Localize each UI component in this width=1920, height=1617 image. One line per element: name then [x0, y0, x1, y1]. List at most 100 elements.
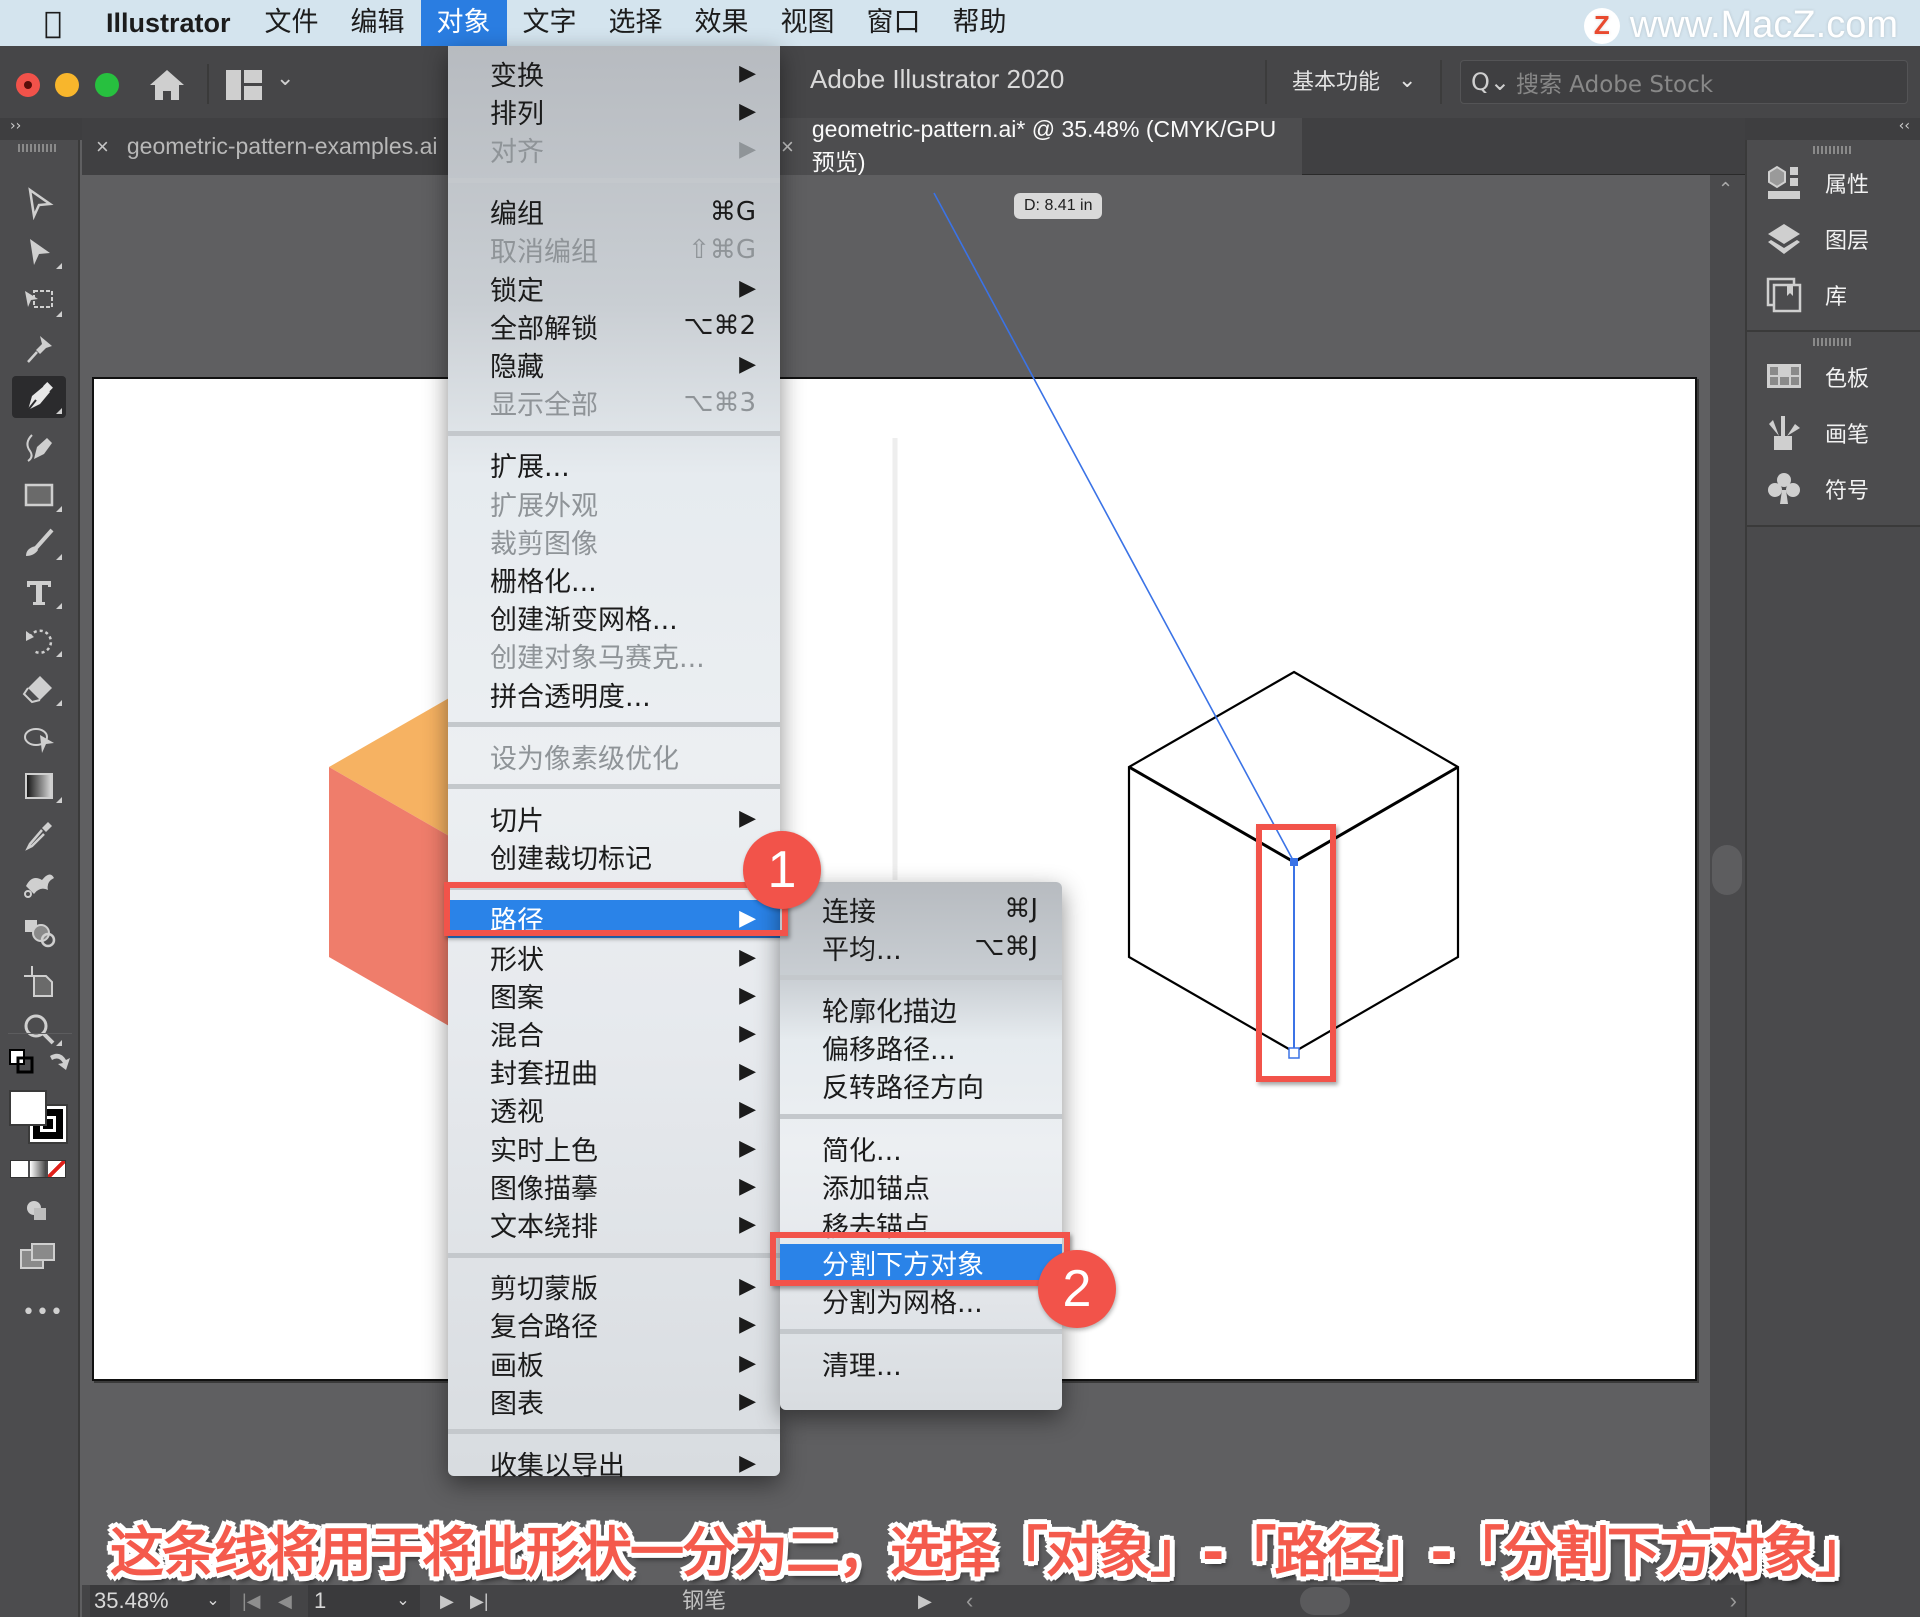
- shape-builder-tool[interactable]: [12, 911, 66, 953]
- home-icon[interactable]: [148, 68, 186, 102]
- eraser-tool[interactable]: [12, 668, 66, 710]
- panel-grip[interactable]: [1813, 146, 1853, 154]
- gradient-button[interactable]: [29, 1161, 47, 1177]
- vertical-scrollbar[interactable]: ⌃ ⌄: [1710, 175, 1745, 1585]
- workspace-switcher[interactable]: 基本功能 ⌄: [1292, 64, 1416, 96]
- panel-properties[interactable]: 属性: [1765, 164, 1869, 202]
- apple-menu-icon[interactable]: : [18, 6, 88, 41]
- close-tab-icon[interactable]: ×: [781, 134, 794, 160]
- first-artboard-button[interactable]: |◀: [242, 1585, 261, 1617]
- panel-swatches[interactable]: 色板: [1765, 358, 1869, 396]
- menu-item[interactable]: 排列 ▶: [448, 92, 780, 130]
- menu-item[interactable]: 图表 ▶: [448, 1382, 780, 1420]
- eyedropper-tool[interactable]: [12, 814, 66, 856]
- panel-layers[interactable]: 图层: [1765, 220, 1869, 258]
- type-tool[interactable]: [12, 571, 66, 613]
- scroll-up-icon[interactable]: ⌃: [1718, 179, 1733, 200]
- next-artboard-button[interactable]: ▶: [440, 1585, 454, 1617]
- blend-tool[interactable]: [12, 862, 66, 904]
- artboard-dropdown-chevron-icon[interactable]: ⌄: [386, 1585, 420, 1617]
- menu-edit[interactable]: 编辑: [335, 0, 421, 46]
- artboard-tool[interactable]: [12, 279, 66, 321]
- scroll-left-icon[interactable]: ‹: [966, 1585, 973, 1617]
- menu-app-name[interactable]: Illustrator: [106, 8, 231, 39]
- status-menu-button[interactable]: ▶: [918, 1585, 932, 1617]
- minimize-window-button[interactable]: [55, 73, 79, 97]
- menu-item[interactable]: 创建裁切标记: [448, 838, 780, 876]
- rotate-tool[interactable]: [12, 619, 66, 661]
- menu-select[interactable]: 选择: [593, 0, 679, 46]
- close-tab-icon[interactable]: ×: [96, 134, 109, 160]
- panel-brushes[interactable]: 画笔: [1765, 414, 1869, 452]
- puppet-warp-tool[interactable]: [12, 328, 66, 370]
- panel-grip[interactable]: [1813, 338, 1853, 346]
- fill-swatch[interactable]: [9, 1090, 47, 1126]
- scroll-thumb[interactable]: [1300, 1587, 1350, 1615]
- menu-item[interactable]: 扩展...: [448, 446, 780, 484]
- zoom-dropdown-chevron-icon[interactable]: ⌄: [196, 1585, 230, 1617]
- menu-item[interactable]: 隐藏 ▶: [448, 345, 780, 383]
- menu-item[interactable]: 收集以导出 ▶: [448, 1444, 780, 1482]
- menu-item[interactable]: 画板 ▶: [448, 1344, 780, 1382]
- zoom-tool[interactable]: [12, 1008, 66, 1050]
- zoom-window-button[interactable]: [95, 73, 119, 97]
- submenu-item[interactable]: 平均... ⌥⌘J: [780, 928, 1062, 966]
- document-tab-active[interactable]: × geometric-pattern.ai* @ 35.48% (CMYK/G…: [777, 116, 1302, 175]
- more-tools-icon[interactable]: •••: [22, 1300, 64, 1325]
- submenu-item[interactable]: 偏移路径...: [780, 1029, 1062, 1067]
- menu-object[interactable]: 对象: [420, 0, 507, 46]
- panel-grip[interactable]: [18, 144, 58, 152]
- direct-selection-tool[interactable]: [12, 231, 66, 273]
- screen-mode-icon[interactable]: [20, 1242, 56, 1270]
- toolbar-collapse-button[interactable]: ››: [0, 118, 82, 140]
- menu-help[interactable]: 帮助: [937, 0, 1023, 46]
- selection-tool[interactable]: [12, 182, 66, 224]
- panel-collapse-button[interactable]: ‹‹: [1745, 118, 1920, 140]
- close-window-button[interactable]: [16, 73, 40, 97]
- arrange-documents-chevron-icon[interactable]: ⌄: [276, 66, 294, 91]
- free-transform-tool[interactable]: [12, 717, 66, 759]
- menu-item[interactable]: 实时上色 ▶: [448, 1129, 780, 1167]
- menu-item[interactable]: 锁定 ▶: [448, 269, 780, 307]
- color-button[interactable]: [11, 1161, 28, 1177]
- menu-item[interactable]: 切片 ▶: [448, 799, 780, 837]
- curvature-tool[interactable]: [12, 425, 66, 467]
- scroll-right-icon[interactable]: ›: [1730, 1585, 1737, 1617]
- default-fill-stroke-icon[interactable]: [8, 1048, 34, 1074]
- panel-libraries[interactable]: 库: [1765, 276, 1847, 314]
- menu-view[interactable]: 视图: [765, 0, 851, 46]
- menu-item[interactable]: 透视 ▶: [448, 1091, 780, 1129]
- menu-item[interactable]: 复合路径 ▶: [448, 1306, 780, 1344]
- none-button[interactable]: [48, 1161, 66, 1177]
- gradient-tool[interactable]: [12, 765, 66, 807]
- menu-item[interactable]: 图像描摹 ▶: [448, 1167, 780, 1205]
- menu-item[interactable]: 创建渐变网格...: [448, 599, 780, 637]
- menu-item[interactable]: 文本绕排 ▶: [448, 1205, 780, 1243]
- submenu-item[interactable]: 清理...: [780, 1344, 1062, 1382]
- menu-file[interactable]: 文件: [249, 0, 335, 46]
- menu-item[interactable]: 形状 ▶: [448, 938, 780, 976]
- menu-item[interactable]: 混合 ▶: [448, 1014, 780, 1052]
- swap-fill-stroke-icon[interactable]: [46, 1048, 72, 1074]
- menu-item[interactable]: 拼合透明度...: [448, 675, 780, 713]
- panel-symbols[interactable]: 符号: [1765, 470, 1869, 508]
- menu-item[interactable]: 栅格化...: [448, 560, 780, 598]
- crop-tool[interactable]: [12, 960, 66, 1002]
- submenu-item[interactable]: 简化...: [780, 1129, 1062, 1167]
- pen-tool[interactable]: [12, 376, 66, 419]
- draw-mode-icon[interactable]: [24, 1198, 50, 1224]
- submenu-item[interactable]: 轮廓化描边: [780, 990, 1062, 1028]
- artboard-number-field[interactable]: 1: [308, 1585, 386, 1617]
- submenu-item[interactable]: 连接 ⌘J: [780, 890, 1062, 928]
- arrange-documents-icon[interactable]: [226, 70, 262, 100]
- menu-item[interactable]: 全部解锁 ⌥⌘2: [448, 307, 780, 345]
- zoom-level-field[interactable]: 35.48%: [90, 1585, 196, 1617]
- menu-effect[interactable]: 效果: [679, 0, 765, 46]
- menu-type[interactable]: 文字: [507, 0, 593, 46]
- menu-item[interactable]: 剪切蒙版 ▶: [448, 1268, 780, 1306]
- search-icon[interactable]: Q⌄: [1471, 68, 1510, 96]
- prev-artboard-button[interactable]: ◀: [278, 1585, 292, 1617]
- submenu-item[interactable]: 添加锚点: [780, 1167, 1062, 1205]
- rectangle-tool[interactable]: [12, 474, 66, 516]
- horizontal-scrollbar[interactable]: ‹ ›: [960, 1585, 1745, 1617]
